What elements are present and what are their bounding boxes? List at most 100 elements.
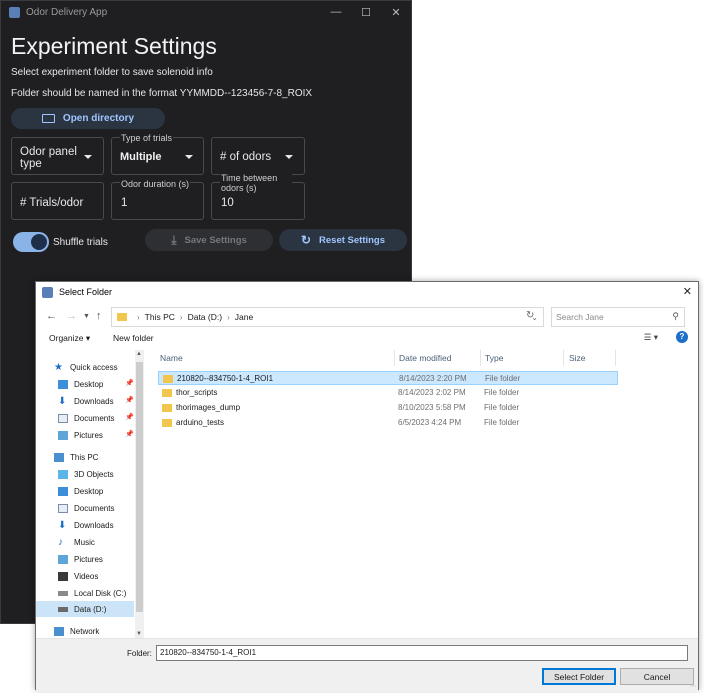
nav-network[interactable]: Network [54,623,134,639]
nav-downloads[interactable]: ⬇ Downloads 📌 [58,393,134,409]
file-date: 8/14/2023 2:20 PM [399,374,467,383]
up-arrow-icon[interactable]: ↑ [96,310,102,322]
nav-data-d[interactable]: Data (D:) [36,601,134,617]
address-bar[interactable]: › This PC › Data (D:) › Jane ⌄ [111,307,544,327]
nav-desktop-pc[interactable]: Desktop [58,483,134,499]
file-row[interactable]: 210820--834750-1-4_ROI1 8/14/2023 2:20 P… [158,371,618,385]
nav-this-pc[interactable]: This PC [54,449,134,465]
pictures-icon [58,430,68,440]
resize-grip-icon[interactable]: ⋯ [690,683,696,690]
desktop-icon [58,379,68,389]
video-icon [58,571,68,581]
command-bar: Organize ▾ New folder ☰ ▾ ? [36,331,698,349]
nav-local-disk[interactable]: Local Disk (C:) [58,585,134,601]
new-folder-button[interactable]: New folder [113,333,154,343]
maximize-icon[interactable]: ☐ [351,1,381,23]
open-directory-button[interactable]: Open directory [11,108,165,129]
view-options-icon[interactable]: ☰ ▾ [644,332,658,343]
open-directory-label: Open directory [62,113,135,124]
select-folder-button[interactable]: Select Folder [542,668,616,685]
chevron-down-icon [285,155,293,159]
folder-icon [117,313,127,321]
num-odors-select[interactable]: # of odors [211,137,305,175]
breadcrumb-jane[interactable]: Jane [235,312,253,322]
scroll-down-icon[interactable]: ▼ [136,631,142,637]
trials-per-odor-input[interactable]: # Trials/odor [11,182,104,220]
time-between-label: Time between odors (s) [220,173,292,193]
num-odors-label: # of odors [220,151,272,163]
save-settings-button[interactable]: ⤓ Save Settings [145,229,273,251]
nav-pictures-pc[interactable]: Pictures [58,551,134,567]
recent-dropdown-icon[interactable]: ▼ [83,313,90,320]
nav-3d-objects[interactable]: 3D Objects [58,466,134,482]
nav-downloads-pc[interactable]: ⬇ Downloads [58,517,134,533]
download-icon: ⬇ [58,519,67,531]
breadcrumb-data-d[interactable]: Data (D:) [188,312,222,322]
back-arrow-icon[interactable]: ← [46,310,57,322]
trials-per-odor-label: # Trials/odor [20,197,84,209]
help-icon[interactable]: ? [676,331,688,343]
nav-videos[interactable]: Videos [58,568,134,584]
column-header-size[interactable]: Size [569,350,586,366]
column-divider [615,350,616,366]
breadcrumb-this-pc[interactable]: This PC [145,312,175,322]
nav-documents[interactable]: Documents 📌 [58,410,134,426]
file-name: thorimages_dump [176,403,241,412]
refresh-icon[interactable]: ↻ [526,310,534,321]
odor-panel-type-select[interactable]: Odor panel type [11,137,104,175]
column-divider [563,350,564,366]
pin-icon: 📌 [125,380,134,387]
forward-arrow-icon[interactable]: → [66,310,77,322]
folder-icon [41,114,55,123]
computer-icon [54,452,64,462]
nav-quick-access[interactable]: ★ Quick access [54,359,134,375]
column-header-type[interactable]: Type [485,350,503,366]
column-header-date[interactable]: Date modified [399,350,451,366]
file-row[interactable]: arduino_tests 6/5/2023 4:24 PM File fold… [158,416,618,430]
nav-documents-pc[interactable]: Documents [58,500,134,516]
shuffle-trials-label: Shuffle trials [53,237,108,248]
scroll-up-icon[interactable]: ▲ [136,351,142,357]
file-type: File folder [484,403,520,412]
cancel-button[interactable]: Cancel [620,668,694,685]
reset-settings-button[interactable]: ↻ Reset Settings [279,229,407,251]
format-note: Folder should be named in the format YYM… [11,88,313,99]
column-header-name[interactable]: Name [160,350,183,366]
search-input[interactable]: Search Jane ⚲ [551,307,685,327]
folder-input[interactable]: 210820--834750-1-4_ROI1 [156,645,688,661]
minimize-icon[interactable]: — [321,1,351,23]
nav-music[interactable]: ♪ Music [58,534,134,550]
toggle-knob [31,234,47,250]
file-date: 8/10/2023 5:58 PM [398,403,466,412]
select-folder-dialog: Select Folder ✕ ← → ▼ ↑ › This PC › Data… [35,281,699,692]
pictures-icon [58,554,68,564]
chevron-right-icon: › [227,312,230,322]
folder-icon [163,374,173,383]
app-title: Odor Delivery App [26,6,108,18]
close-icon[interactable]: ✕ [381,1,411,23]
organize-menu[interactable]: Organize ▾ [49,333,90,344]
scrollbar-thumb[interactable] [136,362,143,612]
folder-icon [162,388,172,397]
time-between-odors-input[interactable]: Time between odors (s) 10 [211,173,305,220]
drive-icon [58,606,68,612]
search-placeholder: Search Jane [556,312,604,322]
document-icon [58,503,68,513]
nav-scrollbar[interactable]: ▲ ▼ [135,350,144,638]
pin-icon: 📌 [125,431,134,438]
type-of-trials-label: Type of trials [120,133,174,143]
type-of-trials-select[interactable]: Type of trials Multiple [111,133,204,175]
odor-duration-input[interactable]: Odor duration (s) 1 [111,179,204,220]
column-divider [480,350,481,366]
shuffle-trials-toggle[interactable] [13,232,49,252]
nav-pictures[interactable]: Pictures 📌 [58,427,134,443]
close-icon[interactable]: ✕ [683,285,692,298]
type-of-trials-value: Multiple [120,151,162,163]
file-row[interactable]: thorimages_dump 8/10/2023 5:58 PM File f… [158,401,618,415]
save-icon: ⤓ [171,232,177,247]
file-row[interactable]: thor_scripts 8/14/2023 2:02 PM File fold… [158,386,618,400]
nav-desktop[interactable]: Desktop 📌 [58,376,134,392]
chevron-right-icon: › [137,312,140,322]
star-icon: ★ [54,361,63,373]
music-icon: ♪ [58,536,63,548]
